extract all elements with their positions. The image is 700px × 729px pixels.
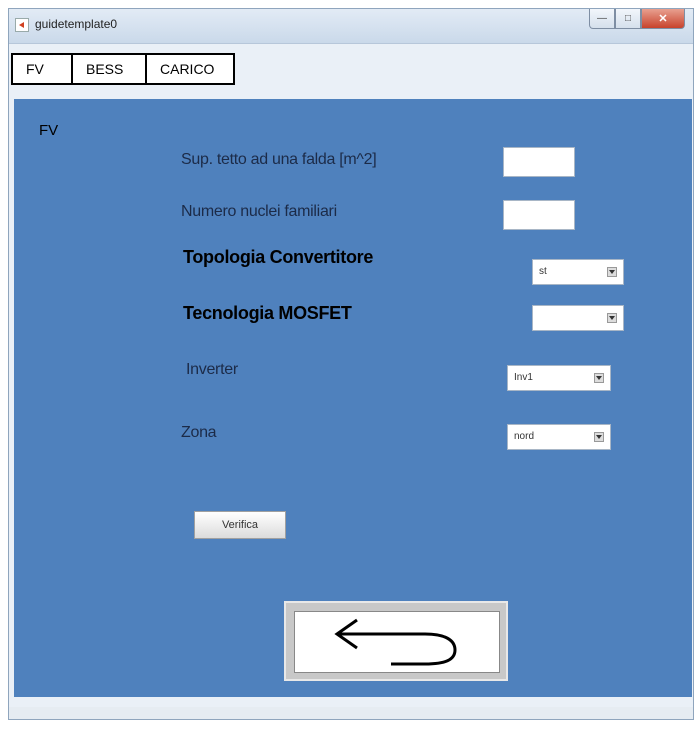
tecnologia-select[interactable] (532, 305, 624, 331)
chevron-down-icon (607, 267, 617, 277)
tab-bess[interactable]: BESS (71, 53, 147, 85)
tecnologia-label: Tecnologia MOSFET (183, 303, 352, 323)
chevron-down-icon (594, 373, 604, 383)
fv-panel: FV Sup. tetto ad una falda [m^2] Numero … (14, 99, 692, 697)
sup-input[interactable] (503, 147, 575, 177)
app-icon (15, 18, 29, 32)
nuclei-label: Numero nuclei familiari (181, 203, 337, 220)
window-controls: — □ ✕ (589, 9, 685, 31)
inverter-value: Inv1 (514, 372, 533, 383)
back-button[interactable] (284, 601, 508, 681)
nuclei-input[interactable] (503, 200, 575, 230)
zona-select[interactable]: nord (507, 424, 611, 450)
verifica-button[interactable]: Verifica (194, 511, 286, 539)
back-button-face (294, 611, 500, 673)
inverter-label: Inverter (186, 361, 238, 378)
back-arrow-icon (334, 618, 457, 666)
tab-fv[interactable]: FV (11, 53, 73, 85)
app-window: guidetemplate0 — □ ✕ FV BESS CARICO FV S… (8, 8, 694, 720)
window-title: guidetemplate0 (35, 17, 118, 31)
close-button[interactable]: ✕ (641, 9, 685, 29)
chevron-down-icon (607, 313, 617, 323)
maximize-button[interactable]: □ (615, 9, 641, 29)
topologia-select[interactable]: st (532, 259, 624, 285)
title-bar: guidetemplate0 — □ ✕ (9, 9, 693, 44)
status-bar (9, 707, 693, 719)
panel-title: FV (39, 122, 59, 139)
zona-label: Zona (181, 424, 217, 441)
topologia-label: Topologia Convertitore (183, 247, 374, 267)
minimize-button[interactable]: — (589, 9, 615, 29)
inverter-select[interactable]: Inv1 (507, 365, 611, 391)
zona-value: nord (514, 431, 535, 442)
sup-label: Sup. tetto ad una falda [m^2] (181, 151, 377, 168)
tab-carico[interactable]: CARICO (145, 53, 235, 85)
toolbar: FV BESS CARICO (11, 53, 235, 85)
chevron-down-icon (594, 432, 604, 442)
topologia-value: st (539, 266, 547, 277)
